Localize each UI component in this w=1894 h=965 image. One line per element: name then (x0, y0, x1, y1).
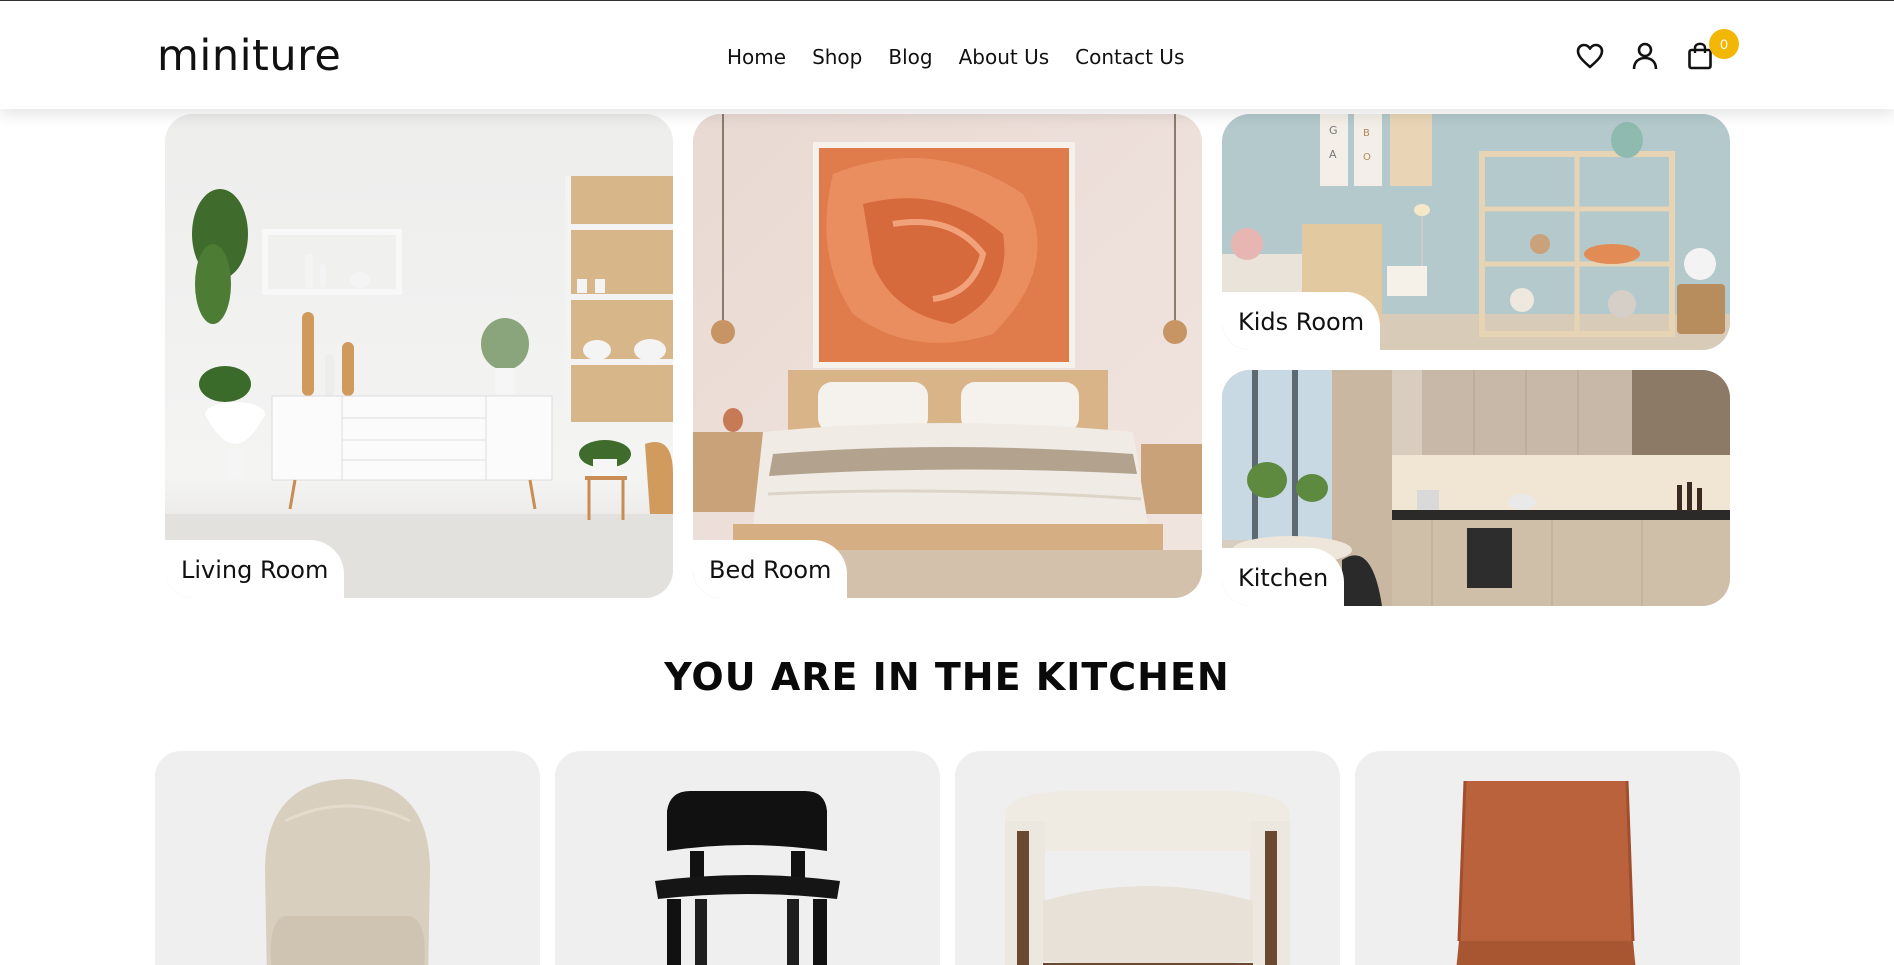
svg-text:G: G (1329, 124, 1338, 137)
category-label-kitchen: Kitchen (1222, 548, 1345, 606)
armchair-image (955, 751, 1340, 965)
product-card[interactable] (155, 751, 540, 965)
wishlist-button[interactable] (1573, 39, 1607, 73)
living-room-image (165, 114, 673, 598)
brand-logo[interactable]: miniture (157, 31, 341, 81)
heart-icon (1576, 43, 1604, 69)
nav-about-us[interactable]: About Us (959, 45, 1050, 69)
account-button[interactable] (1628, 39, 1662, 73)
nav-home[interactable]: Home (727, 45, 786, 69)
category-label-bed-room: Bed Room (693, 540, 848, 598)
section-title: YOU ARE IN THE KITCHEN (664, 655, 1230, 699)
nav-blog[interactable]: Blog (888, 45, 932, 69)
bed-room-image (693, 114, 1202, 598)
site-header: miniture Home Shop Blog About Us Contact… (0, 1, 1894, 109)
svg-text:A: A (1329, 148, 1337, 161)
svg-text:O: O (1363, 152, 1371, 163)
product-card[interactable] (955, 751, 1340, 965)
product-card[interactable] (555, 751, 940, 965)
main-nav: Home Shop Blog About Us Contact Us (727, 45, 1210, 69)
black-chair-image (555, 751, 940, 965)
cart-count-badge: 0 (1709, 29, 1739, 59)
category-label-living-room: Living Room (165, 540, 345, 598)
leather-chair-image (1355, 751, 1740, 965)
category-card-living-room[interactable]: Living Room (165, 114, 673, 598)
user-icon (1632, 42, 1658, 70)
category-card-bed-room[interactable]: Bed Room (693, 114, 1202, 598)
boucle-chair-image (155, 751, 540, 965)
category-card-kids-room[interactable]: G A B O Kids Room (1222, 114, 1730, 350)
product-card[interactable] (1355, 751, 1740, 965)
nav-contact-us[interactable]: Contact Us (1075, 45, 1184, 69)
category-card-kitchen[interactable]: Kitchen (1222, 370, 1730, 606)
nav-shop[interactable]: Shop (812, 45, 862, 69)
category-label-kids-room: Kids Room (1222, 292, 1381, 350)
svg-text:B: B (1363, 128, 1370, 139)
